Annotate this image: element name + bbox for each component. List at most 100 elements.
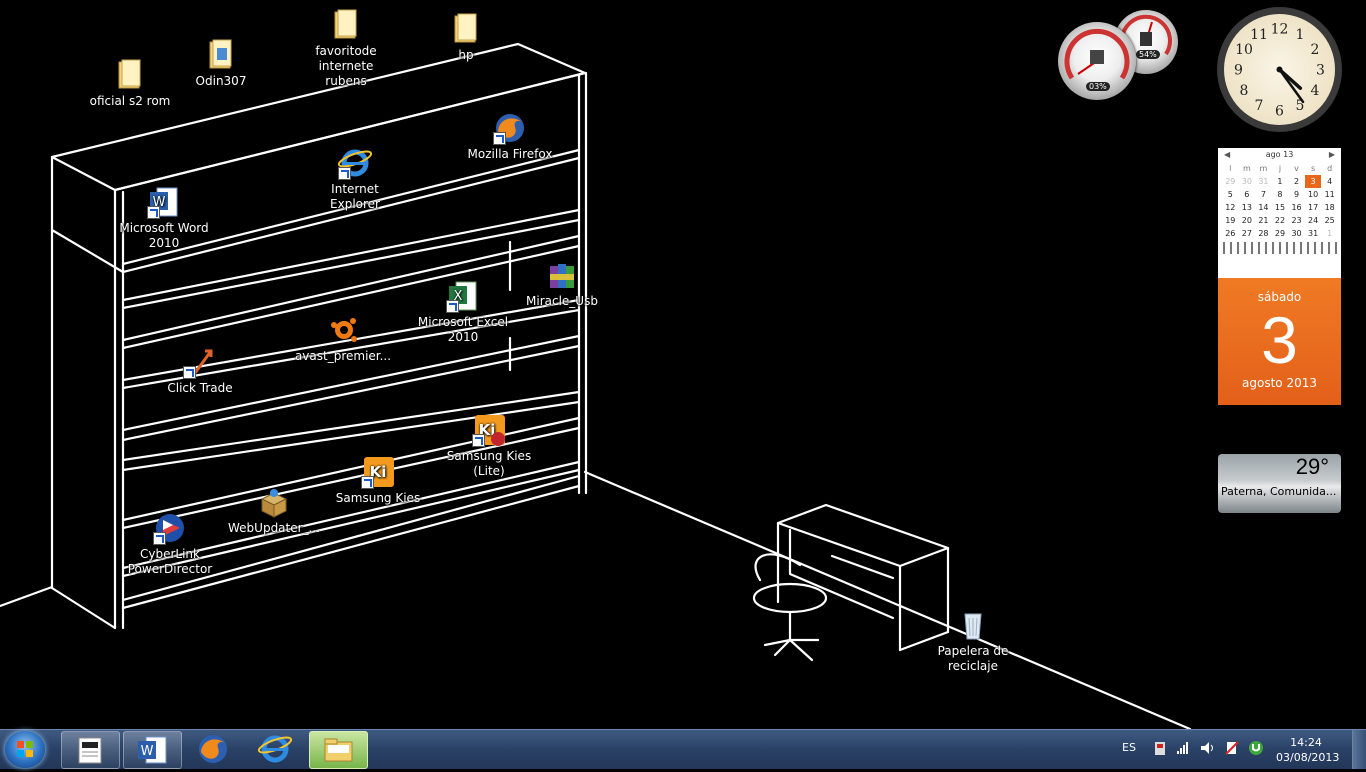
powerdirector-icon — [153, 511, 187, 545]
weekday-label: s — [1311, 164, 1316, 173]
calendar-day[interactable]: 29 — [1272, 227, 1289, 240]
calendar-day[interactable]: 6 — [1239, 188, 1256, 201]
desktop-icon-avast-premier[interactable]: avast_premier... — [293, 313, 393, 364]
desktop-icon-internet-explorer[interactable]: Internet Explorer — [305, 146, 405, 212]
calendar-day[interactable]: 4 — [1321, 175, 1338, 188]
weekday-label: l — [1229, 164, 1232, 173]
calendar-day[interactable]: 29 — [1222, 175, 1239, 188]
winrar-archive-icon — [545, 258, 579, 292]
prev-month-icon[interactable]: ◀ — [1224, 148, 1230, 162]
desktop-icon-microsoft-word-2010[interactable]: W Microsoft Word 2010 — [114, 185, 214, 251]
taskbar-clock[interactable]: 14:24 03/08/2013 — [1276, 735, 1339, 765]
taskbar-button-windows-explorer[interactable] — [309, 731, 368, 769]
desktop-icon-label: hp — [458, 48, 474, 62]
word-icon: W — [138, 736, 167, 764]
action-center-icon[interactable] — [1224, 740, 1240, 759]
desktop-icon-label: favoritode internete rubens — [315, 44, 377, 88]
shortcut-arrow-icon — [472, 434, 485, 447]
calendar-day[interactable]: 31 — [1305, 227, 1322, 240]
calendar-day[interactable]: 7 — [1255, 188, 1272, 201]
cpu-meter-gadget[interactable]: 54% 03% — [1058, 10, 1180, 102]
word-icon: W — [147, 185, 181, 219]
desktop-icon-miracle-usb[interactable]: Miracle_Usb — [512, 258, 612, 309]
next-month-icon[interactable]: ▶ — [1329, 148, 1335, 162]
calendar-day[interactable]: 28 — [1255, 227, 1272, 240]
calendar-day-today[interactable]: 3 — [1304, 175, 1322, 188]
calendar-day[interactable]: 30 — [1288, 227, 1305, 240]
calendar-day[interactable]: 9 — [1288, 188, 1305, 201]
calendar-day[interactable]: 5 — [1222, 188, 1239, 201]
desktop-icon-samsung-kies[interactable]: Ki Samsung Kies — [328, 455, 428, 506]
desktop-icon-label: avast_premier... — [294, 349, 392, 363]
desktop-icon-label: Miracle_Usb — [526, 294, 598, 308]
calendar-day[interactable]: 31 — [1255, 175, 1272, 188]
calendar-day[interactable]: 16 — [1288, 201, 1305, 214]
clock-numeral: 2 — [1311, 42, 1320, 58]
calendar-day[interactable]: 20 — [1239, 214, 1256, 227]
calendar-week-row: 12 13 14 15 16 17 18 — [1222, 201, 1338, 214]
taskbar-button-firefox[interactable] — [185, 731, 242, 767]
start-button[interactable] — [5, 731, 45, 768]
desktop-icon-favoritode[interactable]: favoritode internete rubens — [296, 8, 396, 89]
memory-percent: 54% — [1136, 50, 1160, 59]
excel-icon: X — [446, 279, 480, 313]
clock-numeral: 6 — [1275, 104, 1284, 120]
language-indicator[interactable]: ES — [1122, 741, 1136, 754]
desktop-icon-label: Mozilla Firefox — [467, 147, 553, 161]
desktop-icon-mozilla-firefox[interactable]: Mozilla Firefox — [460, 111, 560, 162]
desktop-icon-oficial-s2-rom[interactable]: oficial s2 rom — [80, 58, 180, 109]
calendar-day[interactable]: 15 — [1272, 201, 1289, 214]
calendar-day[interactable]: 10 — [1305, 188, 1322, 201]
calendar-day[interactable]: 26 — [1222, 227, 1239, 240]
desktop-icon-hp[interactable]: hp — [416, 12, 516, 63]
calendar-gadget[interactable]: ◀ ago 13 ▶ l m m j v s d 29 30 31 1 2 3 … — [1218, 148, 1341, 405]
clock-numeral: 1 — [1296, 27, 1305, 43]
calendar-day-page[interactable]: sábado 3 agosto 2013 — [1218, 278, 1341, 405]
calendar-day[interactable]: 21 — [1255, 214, 1272, 227]
recycle-bin-icon — [956, 608, 990, 642]
calendar-day[interactable]: 23 — [1288, 214, 1305, 227]
calendar-day[interactable]: 1 — [1272, 175, 1289, 188]
desktop-icon-odin307[interactable]: Odin307 — [171, 38, 271, 89]
calendar-week-row: 19 20 21 22 23 24 25 — [1222, 214, 1338, 227]
samsung-kies-lite-icon: Ki — [472, 413, 506, 447]
utorrent-icon[interactable] — [1248, 740, 1264, 759]
calendar-day[interactable]: 18 — [1321, 201, 1338, 214]
weather-gadget[interactable]: 29° Paterna, Comunida... — [1218, 454, 1341, 513]
taskbar-button-internet-explorer[interactable] — [247, 731, 304, 767]
desktop-icon-label: Samsung Kies — [335, 491, 421, 505]
desktop-icon-microsoft-excel-2010[interactable]: X Microsoft Excel 2010 — [413, 279, 513, 345]
desktop-icon-cyberlink-powerdirector[interactable]: CyberLink PowerDirector — [120, 511, 220, 577]
desktop-icon-click-trade[interactable]: Click Trade — [150, 345, 250, 396]
calendar-day[interactable]: 8 — [1272, 188, 1289, 201]
calendar-day-number: 3 — [1261, 303, 1298, 377]
weather-temperature: 29° — [1295, 454, 1329, 479]
desktop-icon-label: Microsoft Excel 2010 — [417, 315, 509, 344]
desktop-icon-label: Internet Explorer — [330, 182, 380, 211]
taskbar-button-document[interactable] — [61, 731, 120, 769]
calendar-day[interactable]: 12 — [1222, 201, 1239, 214]
calendar-day[interactable]: 17 — [1305, 201, 1322, 214]
calendar-day[interactable]: 24 — [1305, 214, 1322, 227]
clock-gadget[interactable]: 12 1 2 3 4 5 6 7 8 9 10 11 — [1217, 7, 1342, 132]
calendar-day[interactable]: 19 — [1222, 214, 1239, 227]
taskbar-button-word[interactable]: W — [123, 731, 182, 769]
desktop-icon-recycle-bin[interactable]: Papelera de reciclaje — [923, 608, 1023, 674]
calendar-day[interactable]: 30 — [1239, 175, 1256, 188]
network-signal-icon[interactable] — [1176, 740, 1190, 759]
calendar-day[interactable]: 13 — [1239, 201, 1256, 214]
show-hidden-icons-icon[interactable] — [1153, 739, 1167, 760]
calendar-day[interactable]: 14 — [1255, 201, 1272, 214]
calendar-day[interactable]: 2 — [1288, 175, 1305, 188]
folder-icon — [329, 8, 363, 42]
internet-explorer-icon — [337, 146, 373, 180]
calendar-day[interactable]: 11 — [1321, 188, 1338, 201]
calendar-day[interactable]: 1 — [1321, 227, 1338, 240]
calendar-day[interactable]: 22 — [1272, 214, 1289, 227]
show-desktop-button[interactable] — [1352, 730, 1366, 769]
calendar-day[interactable]: 25 — [1321, 214, 1338, 227]
desktop-icon-samsung-kies-lite[interactable]: Ki Samsung Kies (Lite) — [439, 413, 539, 479]
desktop-icon-webupdater[interactable]: WebUpdater_... — [224, 485, 324, 536]
calendar-day[interactable]: 27 — [1239, 227, 1256, 240]
volume-icon[interactable] — [1199, 740, 1215, 759]
